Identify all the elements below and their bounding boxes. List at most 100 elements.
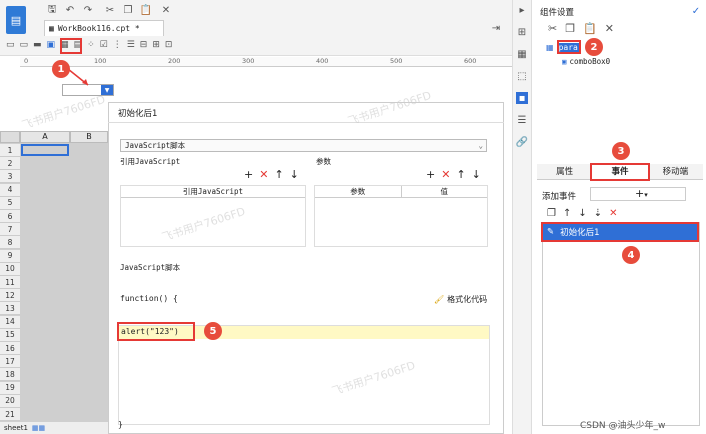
param-down-icon[interactable]: ↓ xyxy=(472,168,481,181)
combobox-highlight xyxy=(60,38,82,54)
params-label: 参数 xyxy=(316,157,331,166)
badge-2: 2 xyxy=(585,38,603,56)
format-code-button[interactable]: 🖌 格式化代码 xyxy=(434,294,487,305)
delete-widget-icon[interactable]: ✕ xyxy=(605,22,614,35)
row-header[interactable]: 7 xyxy=(0,223,20,237)
row-header[interactable]: 5 xyxy=(0,196,20,210)
cell-attr-icon[interactable]: ▦ xyxy=(516,48,528,60)
footer-credit: CSDN @油头少年_w xyxy=(580,421,666,431)
copy-widget-icon[interactable]: ❐ xyxy=(565,22,575,35)
ruler-mark: 500 xyxy=(390,57,403,65)
sheet-tab[interactable]: sheet1 xyxy=(0,424,28,432)
widget-textfield-icon[interactable]: ▭ xyxy=(20,40,29,54)
row-header[interactable]: 20 xyxy=(0,394,20,408)
widget-button-icon[interactable]: ▬ xyxy=(33,40,42,54)
row-header[interactable]: 13 xyxy=(0,302,20,316)
row-header[interactable]: 4 xyxy=(0,183,20,197)
para-highlight xyxy=(557,40,581,54)
widget-tree-icon[interactable]: ⋮ xyxy=(113,40,122,54)
list-icon[interactable]: ☰ xyxy=(516,114,528,126)
widget-more-icon[interactable]: ⊡ xyxy=(165,40,173,54)
delete-icon[interactable]: ✕ xyxy=(160,4,172,16)
row-header[interactable]: 15 xyxy=(0,328,20,342)
copy-icon[interactable]: ❐ xyxy=(122,4,134,16)
tab-mobile[interactable]: 移动端 xyxy=(647,164,703,179)
side-icon-strip xyxy=(512,0,532,434)
ruler-mark: 600 xyxy=(464,57,477,65)
cut-icon[interactable]: ✂ xyxy=(104,4,116,16)
row-header[interactable]: 18 xyxy=(0,368,20,382)
remove-icon[interactable]: ✕ xyxy=(259,168,268,181)
add-event-dropdown[interactable]: +▾ xyxy=(590,187,686,201)
check-icon[interactable]: ✓ xyxy=(690,5,702,17)
ruler-mark: 400 xyxy=(316,57,329,65)
selected-cell[interactable] xyxy=(21,144,69,156)
save-icon[interactable]: 🖫 xyxy=(46,4,58,16)
widget-label-icon[interactable]: ▭ xyxy=(6,40,15,54)
paste-widget-icon[interactable]: 📋 xyxy=(583,22,597,35)
row-header[interactable]: 2 xyxy=(0,157,20,171)
undo-icon[interactable]: ↶ xyxy=(64,4,76,16)
event-list xyxy=(542,222,700,426)
remove-param-icon[interactable]: ✕ xyxy=(441,168,450,181)
panel-title: 组件设置 xyxy=(540,8,575,18)
row-header[interactable]: 16 xyxy=(0,342,20,355)
sheet-tab-bar: sheet1 ▦▦ xyxy=(0,422,108,434)
link-icon[interactable]: 🔗 xyxy=(516,136,528,148)
widget-checkbox-icon[interactable]: ☑ xyxy=(100,40,108,54)
row-header[interactable]: 1 xyxy=(0,144,20,157)
redo-icon[interactable]: ↷ xyxy=(82,4,94,16)
param-up-icon[interactable]: ↑ xyxy=(456,168,465,181)
paste-icon[interactable]: 📋 xyxy=(140,4,152,16)
params-header-row: 参数 值 xyxy=(315,186,487,198)
cut-widget-icon[interactable]: ✂ xyxy=(548,22,557,35)
workbook-tab[interactable]: ▦ WorkBook116.cpt * xyxy=(44,20,164,36)
add-param-icon[interactable]: + xyxy=(426,168,435,181)
active-component-icon[interactable]: ▪ xyxy=(516,92,528,104)
tab-menu-icon[interactable]: ⇥ xyxy=(490,22,502,34)
widget-combobox-icon[interactable]: ▣ xyxy=(47,40,56,54)
tab-attributes[interactable]: 属性 xyxy=(537,164,593,179)
column-header-b[interactable]: B xyxy=(70,131,108,143)
add-sheet-icon[interactable]: ▦▦ xyxy=(32,424,45,432)
event-delete-icon[interactable]: ✕ xyxy=(609,208,617,219)
widget-radio-icon[interactable]: ⁘ xyxy=(87,40,95,54)
event-toolbar: ❐ ↑ ↓ ⇣ ✕ xyxy=(547,208,618,219)
row-header[interactable]: 17 xyxy=(0,355,20,369)
frame-icon[interactable]: ⬚ xyxy=(516,70,528,82)
workbook-tab-label: WorkBook116.cpt * xyxy=(57,24,140,33)
row-header[interactable]: 9 xyxy=(0,249,20,263)
sheet-corner xyxy=(0,131,20,143)
event-sort-icon[interactable]: ⇣ xyxy=(594,208,602,219)
widget-query-icon[interactable]: ⊟ xyxy=(140,40,148,54)
event-down-icon[interactable]: ↓ xyxy=(578,208,586,219)
row-header[interactable]: 10 xyxy=(0,262,20,276)
tree-child[interactable]: ▣ comboBox0 xyxy=(562,57,610,66)
row-header[interactable]: 19 xyxy=(0,381,20,395)
widget-tree-combo-icon[interactable]: ⊞ xyxy=(152,40,160,54)
app-logo-icon[interactable]: ▤ xyxy=(6,6,26,34)
collapse-icon[interactable]: ▸ xyxy=(516,4,528,16)
badge-5: 5 xyxy=(204,322,222,340)
row-header[interactable]: 21 xyxy=(0,408,20,421)
add-icon[interactable]: + xyxy=(244,168,253,181)
params-value-header: 值 xyxy=(440,187,449,196)
copy-event-icon[interactable]: ❐ xyxy=(547,208,556,219)
event-up-icon[interactable]: ↑ xyxy=(563,208,571,219)
widget-settings-icon[interactable]: ⊞ xyxy=(516,26,528,38)
row-header[interactable]: 6 xyxy=(0,210,20,223)
widget-list-icon[interactable]: ☰ xyxy=(127,40,135,54)
row-header[interactable]: 14 xyxy=(0,315,20,329)
move-down-icon[interactable]: ↓ xyxy=(290,168,299,181)
row-header[interactable]: 12 xyxy=(0,289,20,303)
row-header[interactable]: 3 xyxy=(0,170,20,184)
function-header: function() { xyxy=(120,294,178,303)
ruler-mark: 0 xyxy=(24,57,29,65)
move-up-icon[interactable]: ↑ xyxy=(274,168,283,181)
row-header[interactable]: 8 xyxy=(0,236,20,250)
script-type-select[interactable]: JavaScript脚本 ⌄ xyxy=(120,139,487,152)
column-header-a[interactable]: A xyxy=(20,131,70,143)
closing-brace: } xyxy=(118,420,123,429)
grid-icon: ▦ xyxy=(49,24,54,33)
row-header[interactable]: 11 xyxy=(0,276,20,289)
